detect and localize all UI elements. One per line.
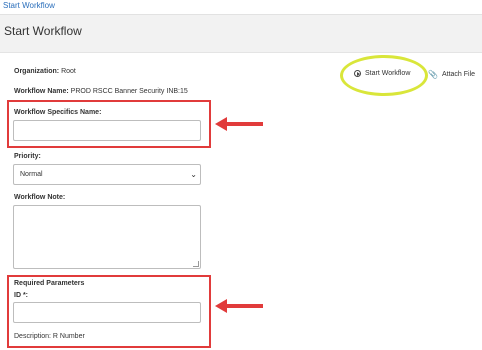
priority-selected-value: Normal (20, 171, 43, 178)
resize-grip-icon[interactable] (193, 261, 199, 267)
organization-value: Root (61, 68, 76, 75)
page-title: Start Workflow (4, 24, 82, 38)
annotation-highlight-ellipse (340, 55, 428, 96)
paperclip-icon: 📎 (428, 70, 438, 79)
annotation-red-box-specifics (7, 100, 211, 148)
attach-file-label: Attach File (441, 71, 476, 78)
priority-label: Priority: (14, 153, 41, 160)
priority-select[interactable]: Normal ⌄ (13, 164, 201, 185)
breadcrumb-start-workflow-link[interactable]: Start Workflow (3, 1, 55, 10)
attach-file-button[interactable]: 📎 Attach File (428, 70, 475, 79)
annotation-arrow-specifics (215, 117, 263, 131)
workflow-name-line: Workflow Name: PROD RSCC Banner Security… (14, 88, 188, 95)
chevron-down-icon: ⌄ (190, 170, 197, 179)
annotation-red-box-required (7, 275, 211, 348)
workflow-name-value: PROD RSCC Banner Security INB:15 (70, 88, 188, 95)
organization-label: Organization: (14, 68, 60, 75)
organization-line: Organization: Root (14, 68, 76, 75)
page-header: Start Workflow (0, 15, 482, 53)
workflow-note-label: Workflow Note: (14, 194, 66, 201)
workflow-name-label: Workflow Name: (14, 88, 69, 95)
annotation-arrow-required (215, 299, 263, 313)
breadcrumb-bar: Start Workflow (0, 0, 482, 15)
workflow-note-textarea[interactable] (13, 205, 201, 269)
